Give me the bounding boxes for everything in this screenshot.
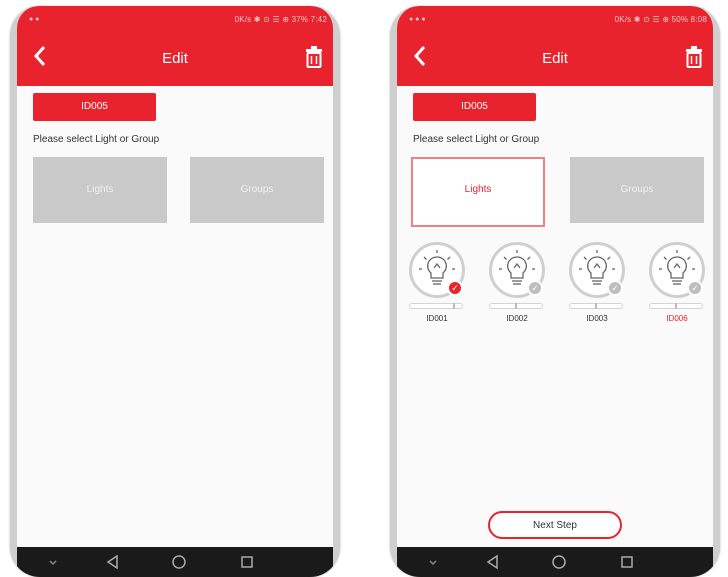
brightness-slider[interactable] xyxy=(489,303,543,309)
nav-back-icon[interactable] xyxy=(485,554,501,570)
check-icon: ✓ xyxy=(687,280,703,296)
system-nav-bar xyxy=(17,547,333,577)
lights-option[interactable]: Lights xyxy=(411,157,545,227)
bulb-label: ID001 xyxy=(426,314,448,323)
nav-down-icon[interactable] xyxy=(45,554,61,570)
bulb-item[interactable]: ✓ ID002 xyxy=(487,242,551,330)
select-prompt: Please select Light or Group xyxy=(33,134,160,145)
app-bar: Edit xyxy=(17,32,333,86)
slider-knob[interactable] xyxy=(595,303,597,309)
bulb-label: ID002 xyxy=(506,314,528,323)
lights-option[interactable]: Lights xyxy=(33,157,167,223)
slider-knob[interactable] xyxy=(515,303,517,309)
status-bar: ● ● 0K/s ✱ ⊙ ☰ ⊕ 37% 7:42 xyxy=(17,6,333,32)
id-button[interactable]: ID005 xyxy=(413,93,536,121)
page-title: Edit xyxy=(162,50,188,67)
nav-recent-icon[interactable] xyxy=(619,554,635,570)
notification-icons: ● ● ● xyxy=(409,16,426,23)
nav-back-icon[interactable] xyxy=(105,554,121,570)
groups-option[interactable]: Groups xyxy=(190,157,324,223)
bulb-list: ✓ ID001 ✓ ID002 ✓ ID003 ✓ ID006 xyxy=(397,242,713,332)
brightness-slider[interactable] xyxy=(409,303,463,309)
slider-knob[interactable] xyxy=(453,303,455,309)
page-title: Edit xyxy=(542,50,568,67)
phone-right: ● ● ● 0K/s ✱ ⊙ ☰ ⊕ 50% 8:08 Edit ID005 P… xyxy=(390,6,720,577)
id-button[interactable]: ID005 xyxy=(33,93,156,121)
status-bar: ● ● ● 0K/s ✱ ⊙ ☰ ⊕ 50% 8:08 xyxy=(397,6,713,32)
nav-home-icon[interactable] xyxy=(551,554,567,570)
nav-recent-icon[interactable] xyxy=(239,554,255,570)
phone-left: ● ● 0K/s ✱ ⊙ ☰ ⊕ 37% 7:42 Edit ID005 Ple… xyxy=(10,6,340,577)
system-nav-bar xyxy=(397,547,713,577)
nav-down-icon[interactable] xyxy=(425,554,441,570)
bulb-item[interactable]: ✓ ID003 xyxy=(567,242,631,330)
next-step-button[interactable]: Next Step xyxy=(488,511,622,539)
check-icon: ✓ xyxy=(607,280,623,296)
notification-icons: ● ● xyxy=(29,16,40,23)
bulb-label: ID006 xyxy=(666,314,688,323)
screen-left: ● ● 0K/s ✱ ⊙ ☰ ⊕ 37% 7:42 Edit ID005 Ple… xyxy=(17,6,333,577)
check-icon: ✓ xyxy=(447,280,463,296)
bulb-label: ID003 xyxy=(586,314,608,323)
groups-option[interactable]: Groups xyxy=(570,157,704,223)
app-bar: Edit xyxy=(397,32,713,86)
bulb-item[interactable]: ✓ ID001 xyxy=(407,242,471,330)
nav-home-icon[interactable] xyxy=(171,554,187,570)
check-icon: ✓ xyxy=(527,280,543,296)
slider-knob[interactable] xyxy=(675,303,677,309)
brightness-slider[interactable] xyxy=(649,303,703,309)
select-prompt: Please select Light or Group xyxy=(413,134,540,145)
status-text: 0K/s ✱ ⊙ ☰ ⊕ 50% 8:08 xyxy=(614,15,707,24)
status-text: 0K/s ✱ ⊙ ☰ ⊕ 37% 7:42 xyxy=(234,15,327,24)
bulb-item[interactable]: ✓ ID006 xyxy=(647,242,711,330)
brightness-slider[interactable] xyxy=(569,303,623,309)
screen-right: ● ● ● 0K/s ✱ ⊙ ☰ ⊕ 50% 8:08 Edit ID005 P… xyxy=(397,6,713,577)
trash-icon[interactable] xyxy=(685,46,703,68)
trash-icon[interactable] xyxy=(305,46,323,68)
